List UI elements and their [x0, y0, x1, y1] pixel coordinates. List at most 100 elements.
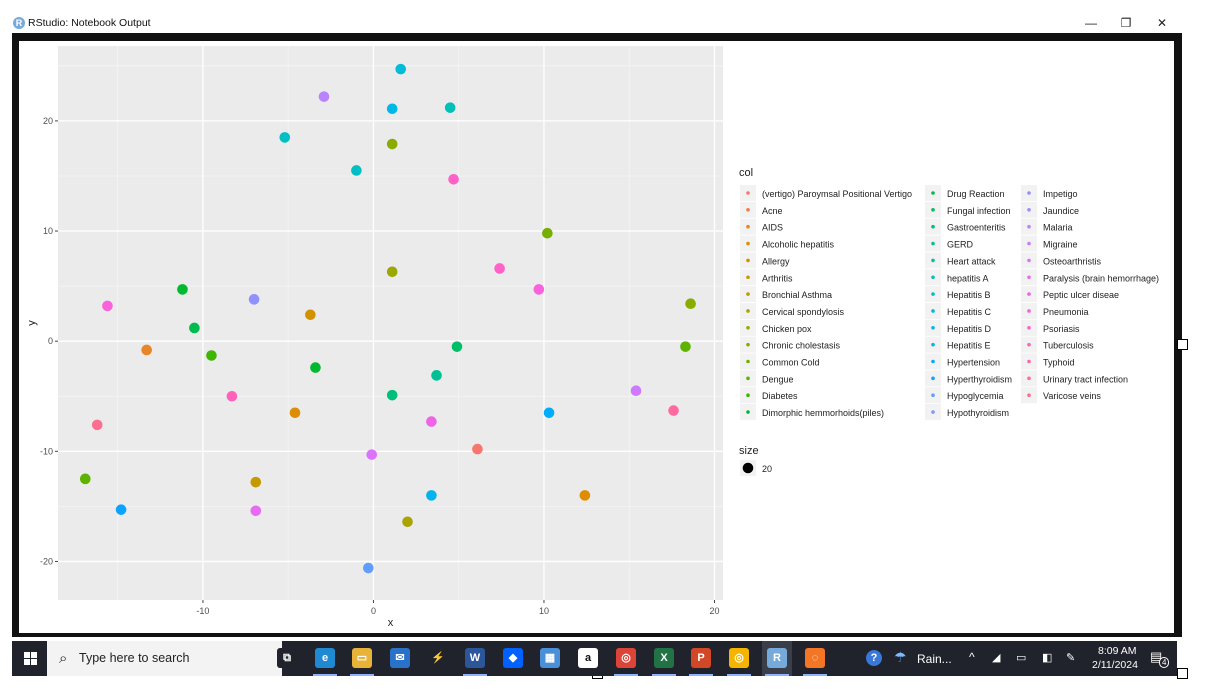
legend-key-dot — [1027, 275, 1031, 280]
search-icon: ⌕ — [59, 650, 68, 667]
data-point — [366, 449, 378, 460]
file-explorer-taskbar-button[interactable]: ▭ — [347, 641, 377, 676]
plot-panel — [58, 46, 723, 600]
edge-taskbar-button[interactable]: e — [310, 641, 340, 676]
legend-key-dot — [746, 376, 750, 381]
store-taskbar-button[interactable]: ▦ — [535, 641, 565, 676]
legend-entry: Jaundice — [1043, 206, 1079, 216]
legend-entry: Tuberculosis — [1043, 341, 1094, 351]
rstudio-taskbar-button[interactable]: R — [762, 641, 792, 676]
legend-entry: Hepatitis C — [947, 307, 992, 317]
rstudio-app-icon: R — [13, 17, 25, 29]
data-point — [472, 443, 483, 455]
powerpoint-taskbar-button[interactable]: P — [686, 641, 716, 676]
volume-icon[interactable]: ◧ — [1042, 641, 1054, 676]
task-view-icon: ⧉ — [277, 648, 297, 668]
legend-key-dot — [1027, 241, 1031, 246]
notification-count: 4 — [1159, 657, 1170, 668]
legend-entry: (vertigo) Paroymsal Positional Vertigo — [762, 189, 912, 199]
legend-key-dot — [931, 309, 935, 313]
chrome-icon: ◎ — [616, 648, 636, 668]
resize-handle-right[interactable] — [1177, 339, 1188, 350]
weather-widget[interactable]: ☂ Rain... — [894, 641, 954, 676]
legend-entry: Bronchial Asthma — [762, 290, 832, 300]
legend-entry: Dimorphic hemmorhoids(piles) — [762, 408, 884, 418]
data-point — [386, 103, 398, 115]
legend-key-dot — [746, 275, 750, 280]
taskbar: ⌕ Type here to search ⧉ e ▭ ✉ ⚡ W ◆ ▦ a ◎ X P ◎ R ◌ ? … — [12, 641, 1177, 676]
close-button[interactable]: ✕ — [1147, 12, 1177, 34]
powerpoint-icon: P — [691, 648, 711, 668]
y-axis-label: y — [26, 320, 38, 326]
weather-text: Rain... — [917, 652, 952, 666]
data-point — [189, 322, 200, 334]
size-legend-title: size — [739, 445, 759, 457]
start-button[interactable] — [22, 641, 40, 676]
network-icon[interactable]: ◢ — [992, 641, 1004, 676]
jupyter-taskbar-button[interactable]: ◌ — [800, 641, 830, 676]
legend-entry: Hypertension — [947, 358, 1000, 368]
legend-key-dot — [931, 224, 935, 229]
running-indicator — [765, 674, 789, 676]
legend-key-dot — [1027, 191, 1031, 195]
legend-key-dot — [1027, 393, 1031, 398]
data-point — [579, 490, 591, 501]
data-point — [402, 516, 413, 528]
help-icon[interactable]: ? — [864, 641, 889, 676]
task-view-taskbar-button[interactable]: ⧉ — [272, 641, 302, 676]
title-bar: R RStudio: Notebook Output — ❐ ✕ — [0, 0, 1206, 34]
data-point — [444, 102, 456, 113]
legend-key-dot — [746, 208, 750, 212]
chrome-taskbar-button[interactable]: ◎ — [611, 641, 641, 676]
legend-entry: Arthritis — [762, 273, 793, 283]
restore-button[interactable]: ❐ — [1111, 12, 1141, 34]
window-title: RStudio: Notebook Output — [28, 17, 151, 29]
search-box[interactable]: ⌕ Type here to search — [47, 641, 282, 676]
y-tick-label: 20 — [43, 116, 53, 126]
data-point — [685, 298, 696, 310]
minimize-button[interactable]: — — [1076, 12, 1106, 34]
legend-entry: Typhoid — [1043, 358, 1075, 368]
word-taskbar-button[interactable]: W — [460, 641, 490, 676]
data-point — [91, 419, 103, 431]
legend-key-dot — [1027, 359, 1031, 364]
excel-taskbar-button[interactable]: X — [649, 641, 679, 676]
data-point — [363, 562, 374, 574]
legend-entry: hepatitis A — [947, 273, 989, 283]
mail-taskbar-button[interactable]: ✉ — [385, 641, 415, 676]
store-icon: ▦ — [540, 648, 560, 668]
legend-entry: Migraine — [1043, 240, 1078, 250]
legend-key-dot — [1027, 224, 1031, 229]
legend-key-dot — [746, 309, 750, 313]
dropbox-icon: ◆ — [503, 648, 523, 668]
legend-entry: Chicken pox — [762, 324, 812, 334]
running-indicator — [350, 674, 374, 676]
running-indicator — [652, 674, 676, 676]
amazon-taskbar-button[interactable]: a — [573, 641, 603, 676]
dropbox-taskbar-button[interactable]: ◆ — [498, 641, 528, 676]
data-point — [250, 476, 262, 488]
pen-icon[interactable]: ✎ — [1066, 641, 1080, 676]
legend-title: col — [739, 167, 753, 179]
data-point — [351, 165, 362, 176]
legend-entry: Gastroenteritis — [947, 223, 1006, 233]
legend-entry: Hepatitis B — [947, 290, 991, 300]
chrome-alt-taskbar-button[interactable]: ◎ — [724, 641, 754, 676]
legend-key-dot — [746, 359, 750, 364]
y-tick-label: 0 — [48, 336, 53, 346]
chevron-up-icon[interactable]: ^ — [969, 641, 981, 676]
battery-icon[interactable]: ▭ — [1016, 641, 1030, 676]
data-point — [115, 504, 127, 515]
data-point — [448, 173, 459, 185]
legend-entry: Diabetes — [762, 391, 798, 401]
legend-key-dot — [931, 191, 935, 195]
terminal-taskbar-button[interactable]: ⚡ — [423, 641, 453, 676]
legend-entry: Fungal infection — [947, 206, 1011, 216]
legend-entry: Drug Reaction — [947, 189, 1005, 199]
resize-handle-corner[interactable] — [1177, 668, 1188, 679]
notification-button[interactable]: ▤ 4 — [1150, 641, 1170, 676]
clock[interactable]: 8:09 AM 2/11/2024 — [1092, 641, 1142, 676]
legend-key-dot — [746, 241, 750, 246]
legend-key-dot — [931, 208, 935, 212]
data-point — [141, 344, 152, 356]
